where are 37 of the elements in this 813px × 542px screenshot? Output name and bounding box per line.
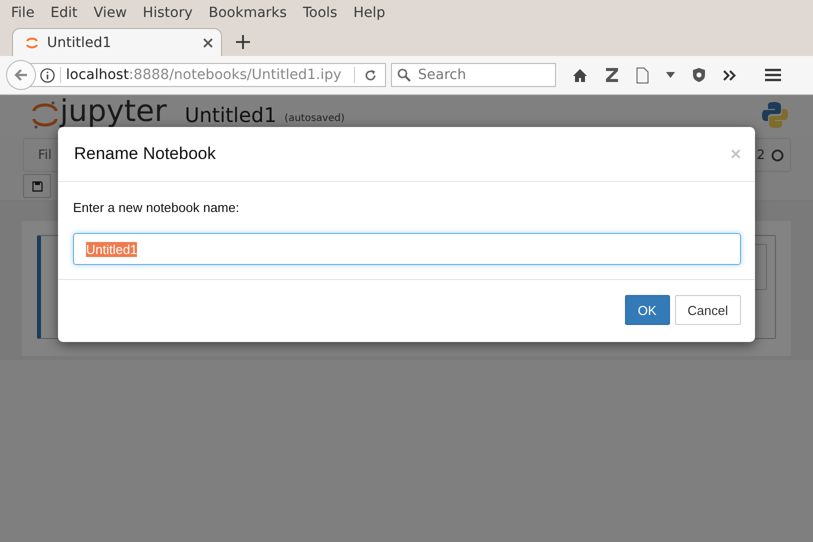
save-status: (autosaved): [284, 112, 345, 124]
search-icon[interactable]: [397, 68, 411, 82]
save-button[interactable]: [23, 174, 51, 198]
cancel-button[interactable]: Cancel: [674, 295, 741, 325]
field-label: Enter a new notebook name:: [73, 200, 240, 215]
shield-icon[interactable]: [692, 67, 706, 83]
close-icon[interactable]: [203, 38, 213, 48]
new-tab-icon[interactable]: [236, 35, 250, 49]
info-icon[interactable]: [40, 68, 55, 82]
menu-item[interactable]: Help: [348, 5, 390, 21]
menu-item[interactable]: History: [138, 5, 198, 21]
search-bar[interactable]: Search: [391, 63, 556, 87]
menu-icon[interactable]: [765, 68, 781, 82]
dialog-title: Rename Notebook: [74, 144, 216, 164]
overflow-icon[interactable]: [723, 70, 736, 80]
dropdown-icon[interactable]: [666, 72, 675, 78]
kernel-name: 2: [756, 148, 765, 162]
page-icon[interactable]: [636, 66, 649, 84]
menu-item[interactable]: Edit: [45, 5, 83, 21]
url-text: localhost:8888/notebooks/Untitled1.ipy: [66, 67, 342, 83]
ok-button[interactable]: OK: [624, 295, 670, 325]
z-icon[interactable]: [605, 67, 619, 83]
menu-item[interactable]: View: [88, 5, 132, 21]
python-logo-icon: [761, 101, 789, 129]
jupyter-logo-icon: [25, 36, 39, 50]
search-field[interactable]: Search: [416, 66, 550, 84]
home-icon[interactable]: [572, 68, 588, 82]
jupyter-wordmark[interactable]: jupyter: [60, 94, 167, 128]
reload-icon[interactable]: [364, 68, 377, 82]
menu-item[interactable]: Bookmarks: [204, 5, 292, 21]
back-arrow-icon[interactable]: [13, 67, 29, 83]
notebook-name[interactable]: Untitled1: [184, 103, 277, 127]
menu-item[interactable]: File: [6, 5, 40, 21]
kernel-status-icon: [771, 148, 784, 162]
browser-tab[interactable]: Untitled1: [12, 28, 222, 56]
jupyter-logo-icon: [32, 100, 58, 130]
menu-item[interactable]: Tools: [298, 5, 342, 21]
